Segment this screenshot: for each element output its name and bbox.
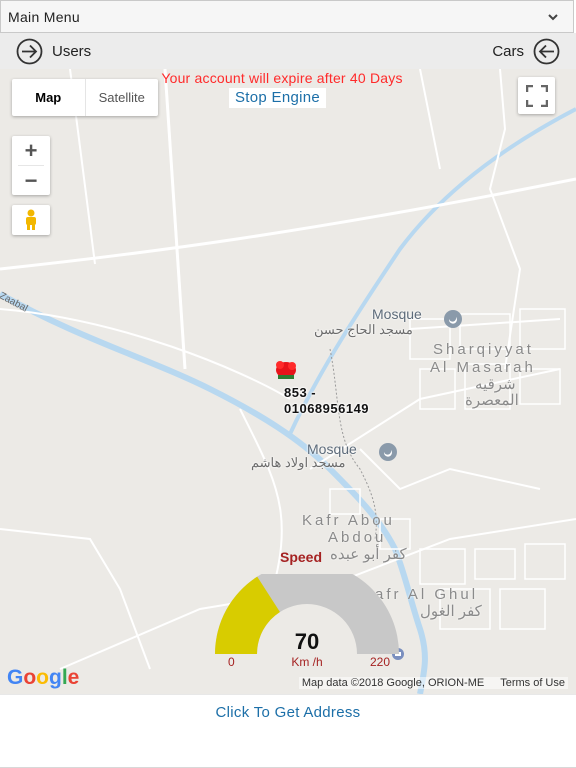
car-info-label: 853 - 01068956149 <box>284 385 369 417</box>
map-type-control: Map Satellite <box>12 79 158 116</box>
arrow-right-circle-icon <box>16 38 43 64</box>
mosque-pin-icon <box>444 310 462 328</box>
bottom-panel <box>0 730 576 768</box>
area-label-abdou: Abdou <box>328 529 387 546</box>
arrow-left-circle-icon <box>533 38 560 64</box>
main-menu-label: Main Menu <box>8 8 80 25</box>
mosque-pin-icon <box>379 443 397 461</box>
map-type-satellite-button[interactable]: Satellite <box>84 79 159 116</box>
area-label-sharqiyyat: Sharqiyyat <box>433 341 534 358</box>
users-nav-button[interactable]: Users <box>13 38 91 65</box>
speed-unit: Km /h <box>291 655 323 669</box>
area-arabic-label-kafr-al-ghul: كفر الغول <box>420 603 482 620</box>
mosque2-arabic-label: مسجد اولاد هاشم <box>251 455 346 470</box>
map-type-map-button[interactable]: Map <box>12 79 85 116</box>
main-menu-select[interactable]: Main Menu <box>0 0 574 33</box>
car-plate-text: 853 - <box>284 385 317 400</box>
area-arabic-label-kafr-abou: كفر أبو عبده <box>330 546 407 563</box>
speed-value: 70 <box>294 629 320 654</box>
mosque1-arabic-label: مسجد الحاج حسن <box>314 322 413 337</box>
cars-nav-button[interactable]: Cars <box>492 38 563 65</box>
map-attribution: Map data ©2018 Google, ORION-ME Terms of… <box>298 677 568 689</box>
car-phone-text: 01068956149 <box>284 401 370 416</box>
google-logo: Google <box>7 666 80 689</box>
fullscreen-icon <box>525 84 548 107</box>
speed-min: 0 <box>228 655 235 669</box>
mosque1-label: Mosque <box>372 306 422 322</box>
zoom-in-button[interactable]: + <box>12 136 50 165</box>
cars-label: Cars <box>492 42 524 60</box>
navbar: Users Cars <box>0 33 576 69</box>
area-arabic-label-masarah: المعصرة <box>465 392 519 409</box>
pegman-icon <box>26 209 36 230</box>
speed-max: 220 <box>370 655 391 669</box>
chevron-down-icon <box>548 14 558 21</box>
users-label: Users <box>52 42 92 60</box>
area-label-al-masarah: Al Masarah <box>430 359 536 376</box>
zoom-control: + − <box>12 136 50 195</box>
area-label-kafr-abou: Kafr Abou <box>302 512 395 529</box>
stop-engine-button[interactable]: Stop Engine <box>229 88 327 108</box>
get-address-button[interactable]: Click To Get Address <box>0 694 576 730</box>
fullscreen-button[interactable] <box>518 77 555 114</box>
terms-of-use-link[interactable]: Terms of Use <box>500 677 565 689</box>
street-view-button[interactable] <box>12 205 50 235</box>
map-data-credit: Map data ©2018 Google, ORION-ME <box>301 677 485 689</box>
zoom-out-button[interactable]: − <box>12 166 50 195</box>
map-view[interactable]: Your account will expire after 40 Days M… <box>0 69 576 694</box>
car-marker-icon <box>276 361 296 379</box>
speed-title: Speed <box>280 549 323 565</box>
